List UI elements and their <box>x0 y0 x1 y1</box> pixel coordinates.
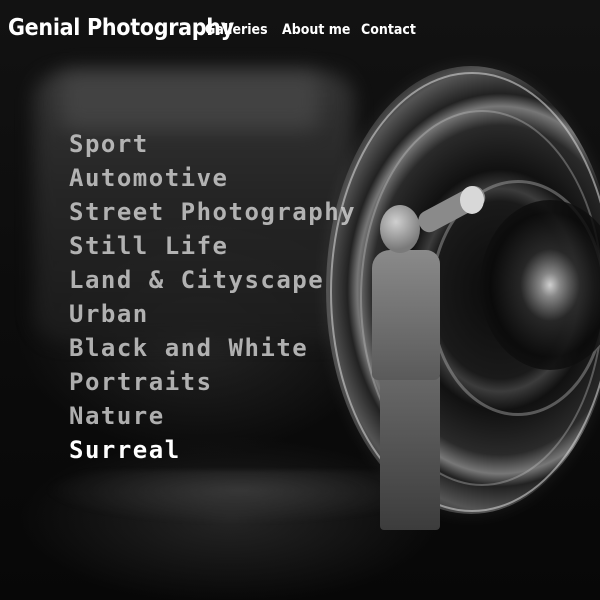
gallery-link-nature[interactable]: Nature <box>69 399 356 433</box>
man-hand <box>460 186 484 214</box>
gallery-link-sport[interactable]: Sport <box>69 127 356 161</box>
gallery-link-street-photography[interactable]: Street Photography <box>69 195 356 229</box>
gallery-category-list: Sport Automotive Street Photography Stil… <box>69 127 356 467</box>
gallery-link-automotive[interactable]: Automotive <box>69 161 356 195</box>
man-torso <box>372 250 440 380</box>
gallery-link-surreal[interactable]: Surreal <box>69 433 356 467</box>
blurred-camera-top <box>60 70 320 130</box>
nav-about-link[interactable]: About me <box>282 22 350 38</box>
site-logo-link[interactable]: Genial Photography <box>8 15 234 41</box>
nav-contact-link[interactable]: Contact <box>361 22 416 38</box>
gallery-link-portraits[interactable]: Portraits <box>69 365 356 399</box>
gallery-link-black-and-white[interactable]: Black and White <box>69 331 356 365</box>
site-header: Genial Photography Galleries About me Co… <box>0 0 600 62</box>
gallery-link-urban[interactable]: Urban <box>69 297 356 331</box>
gallery-link-land-cityscape[interactable]: Land & Cityscape <box>69 263 356 297</box>
man-legs <box>380 370 440 530</box>
page: Genial Photography Galleries About me Co… <box>0 0 600 600</box>
man-head <box>380 205 420 253</box>
nav-galleries-link[interactable]: Galleries <box>205 22 268 38</box>
gallery-link-still-life[interactable]: Still Life <box>69 229 356 263</box>
